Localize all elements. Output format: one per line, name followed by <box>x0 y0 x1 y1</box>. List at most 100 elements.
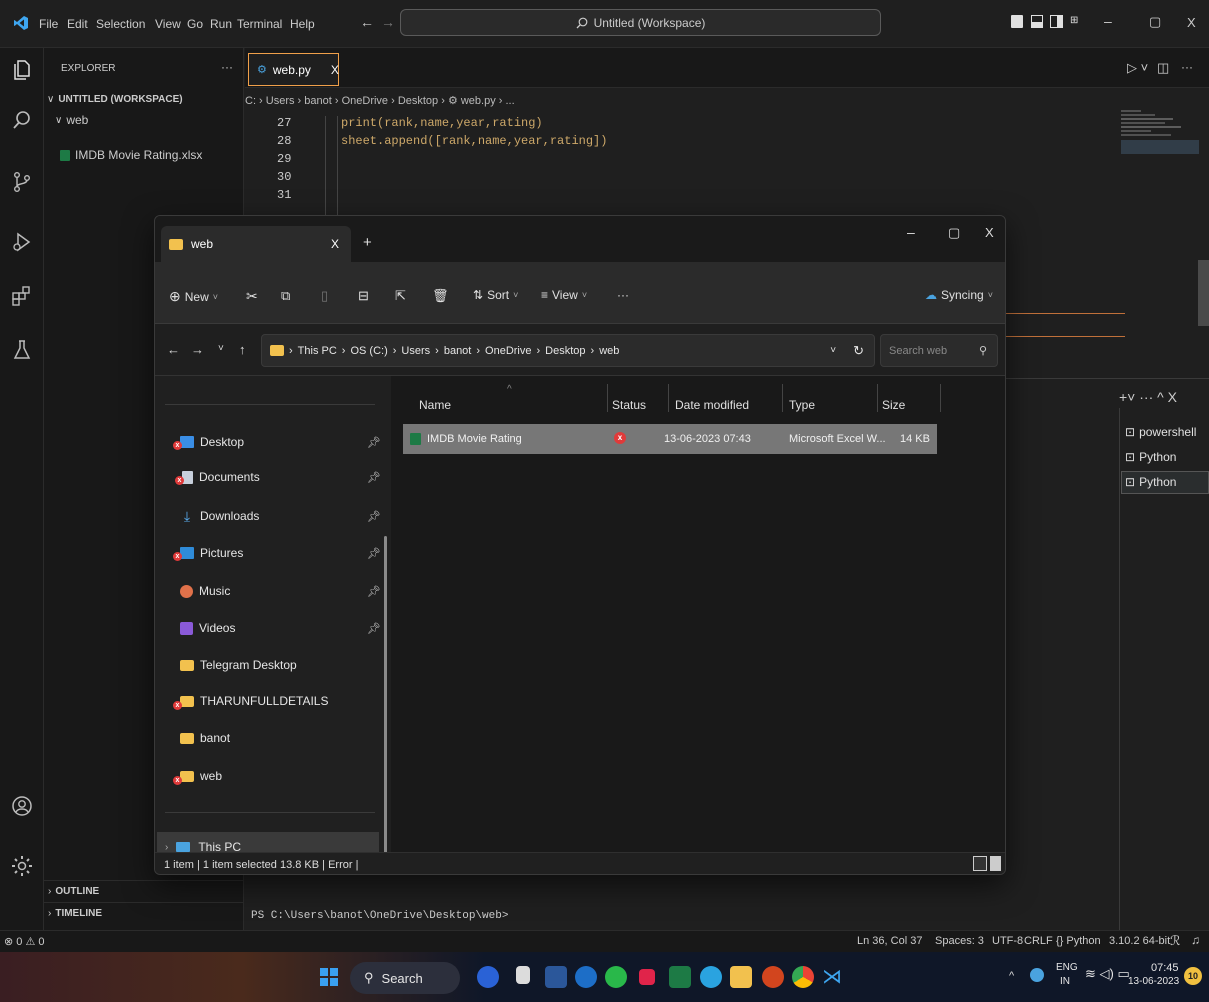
language-indicator[interactable]: ENG <box>1056 962 1078 973</box>
column-separator[interactable] <box>940 384 941 412</box>
share-icon[interactable]: ⇱ <box>395 288 406 304</box>
sidebar-more-button[interactable]: ··· <box>221 60 233 74</box>
nav-item-pictures[interactable]: x Pictures <box>173 541 380 565</box>
pin-icon[interactable]: 📌︎ <box>367 471 381 484</box>
file-imdb-xlsx[interactable]: IMDB Movie Rating.xlsx <box>60 148 202 162</box>
new-button[interactable]: ⊕ New ˅ <box>169 288 218 305</box>
chrome-icon[interactable] <box>792 966 814 988</box>
sort-button[interactable]: ⇅ Sort ˅ <box>473 288 518 302</box>
maximize-button[interactable]: ▢ <box>1149 14 1161 30</box>
pin-icon[interactable]: 📌︎ <box>367 622 381 635</box>
pin-icon[interactable]: 📌︎ <box>367 436 381 449</box>
copy-icon[interactable]: ⧉ <box>281 288 290 304</box>
terminal-item-powershell[interactable]: ⊡ powershell <box>1125 425 1196 439</box>
encoding[interactable]: UTF-8 <box>992 935 1023 947</box>
workspace-header[interactable]: ∨ UNTITLED (WORKSPACE) <box>47 94 183 105</box>
code-line[interactable]: 28 sheet.append([rank,name,year,rating]) <box>245 134 945 152</box>
problems-indicator[interactable]: ⊗ 0 ⚠ 0 <box>4 935 44 948</box>
refresh-icon[interactable]: ↻ <box>853 343 864 359</box>
tiles-view-icon[interactable] <box>990 856 1001 871</box>
customize-layout-icon[interactable]: ⊞ <box>1070 15 1082 28</box>
file-row-imdb[interactable]: IMDB Movie Rating x 13-06-2023 07:43 Mic… <box>403 424 937 454</box>
cursor-position[interactable]: Ln 36, Col 37 <box>857 935 922 947</box>
toggle-primary-sidebar-icon[interactable] <box>1011 15 1023 28</box>
edge-icon[interactable] <box>575 966 597 988</box>
address-segment[interactable]: Desktop <box>545 345 585 357</box>
powerpoint-icon[interactable] <box>762 966 784 988</box>
tab-close-button[interactable]: X <box>331 63 339 77</box>
nav-item-telegram-desktop[interactable]: Telegram Desktop <box>180 653 380 677</box>
menu-go[interactable]: Go <box>187 17 203 31</box>
vscode-logo-icon[interactable] <box>13 15 29 31</box>
address-segment[interactable]: OS (C:) <box>350 345 387 357</box>
toggle-panel-icon[interactable] <box>1031 15 1043 28</box>
explorer-files-icon[interactable] <box>10 58 34 82</box>
editor-scrollbar[interactable] <box>1198 260 1209 326</box>
address-segment[interactable]: Users <box>401 345 430 357</box>
notifications-bell-icon[interactable]: ♫ <box>1191 933 1200 947</box>
back-arrow-icon[interactable]: ← <box>167 342 180 357</box>
menu-edit[interactable]: Edit <box>67 17 88 31</box>
code-line[interactable]: 30 <box>245 170 945 188</box>
column-separator[interactable] <box>782 384 783 412</box>
pin-icon[interactable]: 📌︎ <box>367 585 381 598</box>
run-file-icon[interactable]: ▷ ˅ <box>1127 60 1148 76</box>
nav-item-banot[interactable]: banot <box>180 726 380 750</box>
address-segment[interactable]: web <box>599 345 619 357</box>
code-line[interactable]: 27 print(rank,name,year,rating) <box>245 116 945 134</box>
address-bar[interactable]: › This PC › OS (C:) › Users › banot › OneDriv… <box>261 334 875 367</box>
editor-more-icon[interactable]: ··· <box>1181 60 1193 74</box>
menu-run[interactable]: Run <box>210 17 232 31</box>
column-header-date[interactable]: Date modified <box>675 398 749 412</box>
search-icon[interactable] <box>10 108 34 132</box>
command-center[interactable]: Untitled (Workspace) <box>400 9 881 36</box>
nav-item-videos[interactable]: Videos <box>180 616 380 640</box>
forward-arrow-icon[interactable]: → <box>191 342 204 357</box>
column-header-status[interactable]: Status <box>612 398 646 412</box>
menu-terminal[interactable]: Terminal <box>237 17 282 31</box>
more-options-button[interactable]: ··· <box>617 288 629 302</box>
file-explorer-icon[interactable] <box>730 966 752 988</box>
toggle-secondary-sidebar-icon[interactable] <box>1050 15 1063 28</box>
column-separator[interactable] <box>877 384 878 412</box>
nav-item-documents[interactable]: x Documents <box>175 465 380 489</box>
word-icon[interactable] <box>545 966 567 988</box>
sync-error-status-icon[interactable]: x <box>614 432 626 444</box>
search-box[interactable]: Search web ⚲ <box>880 334 998 367</box>
address-segment[interactable]: OneDrive <box>485 345 531 357</box>
outline-section[interactable]: › OUTLINE <box>44 880 244 902</box>
close-button[interactable]: X <box>1187 15 1196 30</box>
address-segment[interactable]: This PC <box>298 345 337 357</box>
terminal-item-python-active[interactable]: ⊡ Python <box>1125 475 1176 489</box>
file-app-icon[interactable] <box>516 966 530 984</box>
code-line[interactable]: 29 <box>245 152 945 170</box>
pin-icon[interactable]: 📌︎ <box>367 510 381 523</box>
vscode-icon[interactable]: ⋊ <box>822 966 844 988</box>
back-arrow-icon[interactable]: ← <box>360 14 374 30</box>
paste-icon[interactable]: ▯ <box>321 288 328 304</box>
accounts-icon[interactable] <box>10 794 34 818</box>
copilot-icon[interactable] <box>477 966 499 988</box>
whatsapp-icon[interactable] <box>605 966 627 988</box>
terminal-item-python[interactable]: ⊡ Python <box>1125 450 1176 464</box>
nav-item-desktop[interactable]: x Desktop <box>173 430 380 454</box>
extensions-icon[interactable] <box>10 284 34 308</box>
menu-help[interactable]: Help <box>290 17 315 31</box>
pin-icon[interactable]: 📌︎ <box>367 547 381 560</box>
settings-gear-icon[interactable] <box>10 854 34 878</box>
column-header-type[interactable]: Type <box>789 398 815 412</box>
column-header-size[interactable]: Size <box>882 398 905 412</box>
tab-web-py[interactable]: ⚙ web.py X <box>248 53 339 86</box>
minimap[interactable] <box>1121 108 1199 182</box>
source-control-icon[interactable] <box>10 170 34 194</box>
forward-arrow-icon[interactable]: → <box>381 14 395 30</box>
nav-scrollbar[interactable] <box>384 536 387 856</box>
terminal-actions[interactable]: +˅ ··· ^ X <box>1119 389 1177 405</box>
cut-icon[interactable]: ✂ <box>246 288 258 305</box>
column-separator[interactable] <box>607 384 608 412</box>
clock-date[interactable]: 13-06-2023 <box>1128 976 1179 987</box>
tray-overflow-icon[interactable]: ^ <box>1009 970 1014 982</box>
nav-item-music[interactable]: Music <box>180 579 380 603</box>
menu-view[interactable]: View <box>155 17 181 31</box>
clock-time[interactable]: 07:45 <box>1151 962 1179 974</box>
